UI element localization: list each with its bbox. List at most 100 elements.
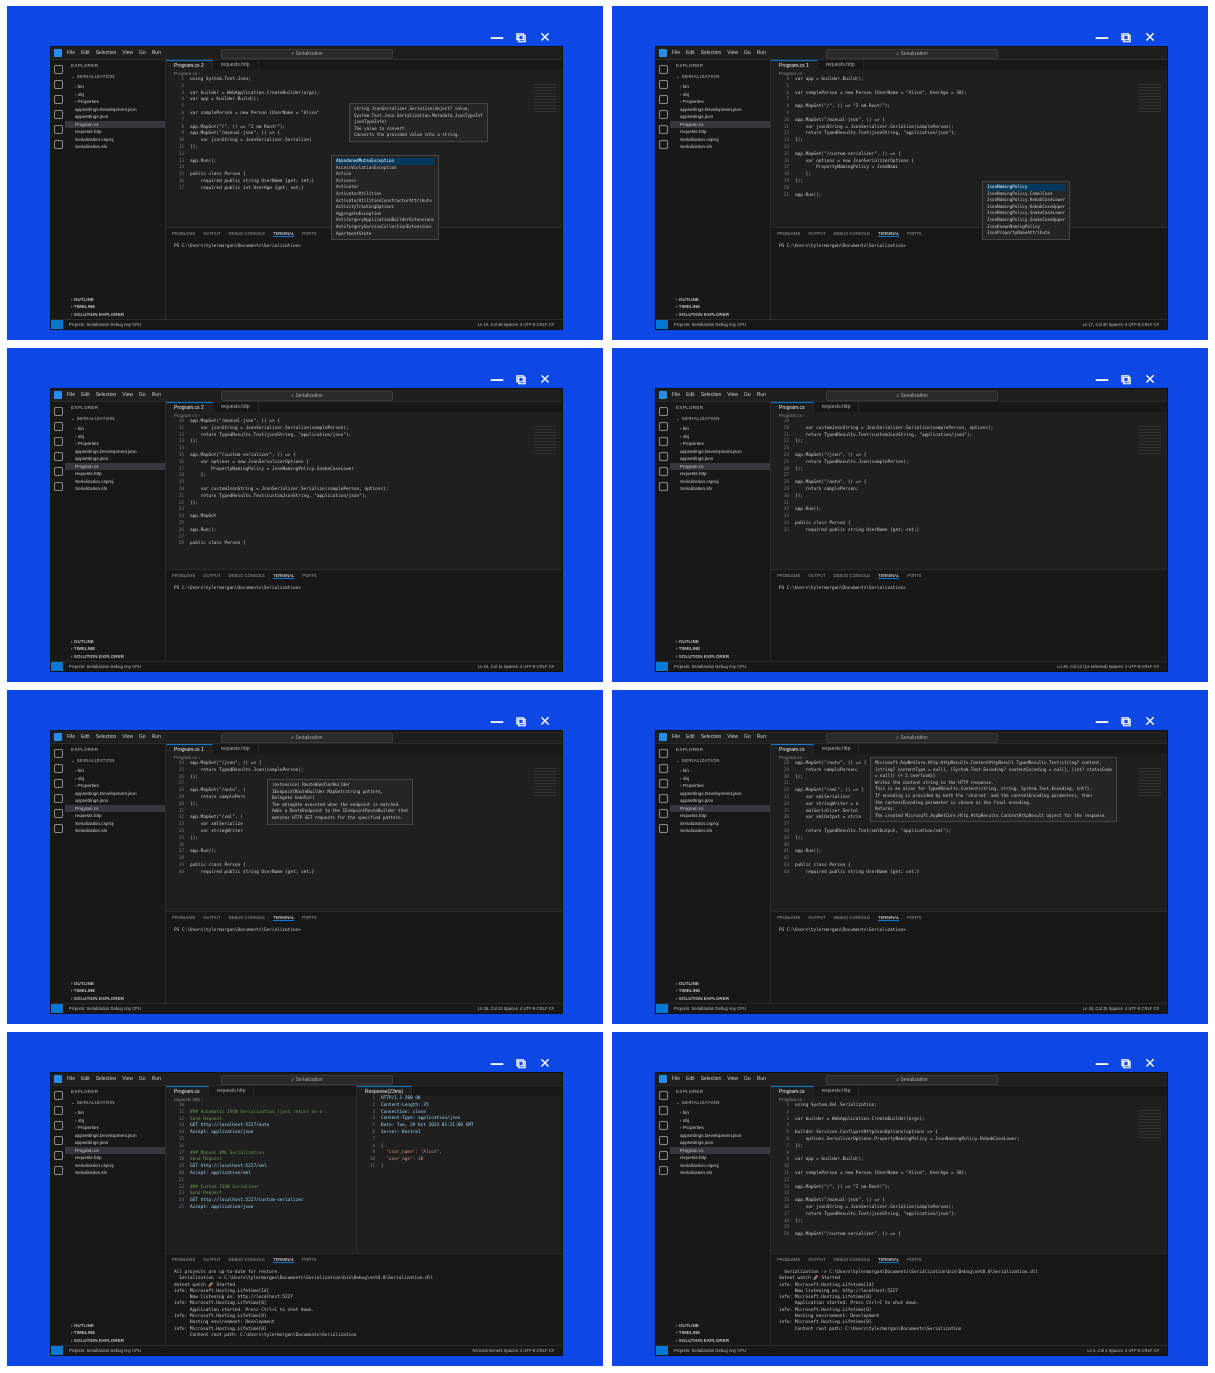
explorer-item[interactable]: requests.http <box>670 470 770 478</box>
completion-item[interactable]: Activator <box>336 184 434 191</box>
explorer-item[interactable]: requests.http <box>65 812 165 820</box>
explorer-item[interactable]: Program.cs <box>65 462 165 470</box>
explorer-item[interactable]: › obj <box>670 433 770 441</box>
menu-item-file[interactable]: File <box>67 50 75 56</box>
menu-item-go[interactable]: Go <box>139 392 146 398</box>
menu-item-file[interactable]: File <box>67 1076 75 1082</box>
tab-requests-http[interactable]: requests.http <box>814 1086 860 1096</box>
command-search-input[interactable]: ⌕ Serialization <box>221 49 393 59</box>
section-outline[interactable]: › OUTLINE <box>65 1322 165 1330</box>
menu-item-selection[interactable]: Selection <box>701 1076 722 1082</box>
section-outline[interactable]: › OUTLINE <box>670 638 770 646</box>
menu-item-view[interactable]: View <box>727 1076 738 1082</box>
explorer-item[interactable]: › obj <box>670 91 770 99</box>
completion-item[interactable]: ActivityTrackingOptions <box>336 204 434 211</box>
section-solution-explorer[interactable]: › SOLUTION EXPLORER <box>65 1337 165 1345</box>
command-search-input[interactable]: ⌕ Serialization <box>826 49 998 59</box>
tab-program-cs[interactable]: Program.cs <box>166 1086 209 1096</box>
explorer-item[interactable]: › bin <box>65 767 165 775</box>
section-outline[interactable]: › OUTLINE <box>670 296 770 304</box>
tab-program-cs[interactable]: Program.cs 1 <box>166 744 213 754</box>
panel-tab-ports[interactable]: PORTS <box>302 231 316 237</box>
completion-item[interactable]: ActivatorUtilities <box>336 191 434 198</box>
source-control-icon[interactable] <box>658 95 668 104</box>
extensions-icon[interactable] <box>658 125 668 134</box>
menu-item-selection[interactable]: Selection <box>701 50 722 56</box>
menu-item-go[interactable]: Go <box>139 1076 146 1082</box>
terminal-output[interactable]: PS C:\Users\tylermorgan\Documents\Serial… <box>771 240 1167 254</box>
explorer-item[interactable]: › obj <box>65 91 165 99</box>
tab-requests-http[interactable]: requests.http <box>209 1086 255 1096</box>
minimap[interactable] <box>1139 426 1161 456</box>
section-solution-explorer[interactable]: › SOLUTION EXPLORER <box>65 311 165 319</box>
run-debug-icon[interactable] <box>658 1136 668 1145</box>
explorer-item[interactable]: Serialization.csproj <box>65 820 165 828</box>
menu-item-edit[interactable]: Edit <box>686 392 695 398</box>
menu-item-view[interactable]: View <box>727 392 738 398</box>
explorer-item[interactable]: › Properties <box>670 782 770 790</box>
completion-item[interactable]: JsonNamingPolicy <box>987 184 1066 191</box>
explorer-item[interactable]: › obj <box>670 775 770 783</box>
section-timeline[interactable]: › TIMELINE <box>65 987 165 995</box>
menu-item-edit[interactable]: Edit <box>686 734 695 740</box>
completion-item[interactable]: ActivatorUtilitiesConstructorAttribute <box>336 198 434 205</box>
section-timeline[interactable]: › TIMELINE <box>670 645 770 653</box>
run-debug-icon[interactable] <box>658 110 668 119</box>
menu-item-view[interactable]: View <box>727 50 738 56</box>
explorer-item[interactable]: Serialization.sln <box>65 1169 165 1177</box>
panel-tab-ports[interactable]: PORTS <box>907 231 921 237</box>
menu-item-run[interactable]: Run <box>757 734 766 740</box>
search-icon[interactable] <box>658 764 668 773</box>
intellisense-popup[interactable]: JsonNamingPolicy JsonNamingPolicy.CamelCa… <box>982 181 1071 240</box>
panel-tab-debug-console[interactable]: DEBUG CONSOLE <box>229 1257 266 1263</box>
command-search-input[interactable]: ⌕ Serialization <box>221 1075 393 1085</box>
section-outline[interactable]: › OUTLINE <box>670 980 770 988</box>
explorer-item[interactable]: › bin <box>670 767 770 775</box>
menu-item-file[interactable]: File <box>672 734 680 740</box>
panel-tab-terminal[interactable]: TERMINAL <box>273 573 295 579</box>
run-debug-icon[interactable] <box>53 452 63 461</box>
panel-tab-problems[interactable]: PROBLEMS <box>777 231 800 237</box>
explorer-item[interactable]: › bin <box>670 1109 770 1117</box>
explorer-item[interactable]: › bin <box>670 83 770 91</box>
panel-tab-output[interactable]: OUTPUT <box>808 231 825 237</box>
tab-program-cs[interactable]: Program.cs 1 <box>771 60 818 70</box>
menu-item-view[interactable]: View <box>727 734 738 740</box>
source-control-icon[interactable] <box>53 1121 63 1130</box>
menu-item-view[interactable]: View <box>122 734 133 740</box>
section-timeline[interactable]: › TIMELINE <box>670 1329 770 1337</box>
explorer-item[interactable]: appsettings.Development.json <box>670 106 770 114</box>
explorer-item[interactable]: Serialization.sln <box>670 827 770 835</box>
panel-tab-problems[interactable]: PROBLEMS <box>172 573 195 579</box>
menu-item-go[interactable]: Go <box>139 50 146 56</box>
remote-indicator-icon[interactable] <box>51 320 63 329</box>
explorer-item[interactable]: appsettings.Development.json <box>65 1132 165 1140</box>
minimap[interactable] <box>534 84 556 114</box>
explorer-item[interactable]: › Properties <box>65 98 165 106</box>
explorer-item[interactable]: Program.cs <box>670 804 770 812</box>
section-timeline[interactable]: › TIMELINE <box>65 1329 165 1337</box>
command-search-input[interactable]: ⌕ Serialization <box>221 733 393 743</box>
section-timeline[interactable]: › TIMELINE <box>670 303 770 311</box>
panel-tab-terminal[interactable]: TERMINAL <box>878 915 900 921</box>
tab-requests-http[interactable]: requests.http <box>213 402 259 412</box>
explorer-item[interactable]: › bin <box>670 425 770 433</box>
search-icon[interactable] <box>658 422 668 431</box>
panel-tab-output[interactable]: OUTPUT <box>203 1257 220 1263</box>
explorer-item[interactable]: › bin <box>65 83 165 91</box>
run-debug-icon[interactable] <box>53 1136 63 1145</box>
menu-item-selection[interactable]: Selection <box>96 50 117 56</box>
minimap[interactable] <box>1139 1110 1161 1140</box>
terminal-output[interactable]: PS C:\Users\tylermorgan\Documents\Serial… <box>166 924 562 938</box>
explorer-item[interactable]: appsettings.json <box>670 1139 770 1147</box>
explorer-item[interactable]: Serialization.sln <box>65 143 165 151</box>
explorer-icon[interactable] <box>53 407 63 416</box>
completion-item[interactable]: AntiforgeryServiceCollectionExtensions <box>336 224 434 231</box>
menu-item-go[interactable]: Go <box>744 1076 751 1082</box>
explorer-item[interactable]: › Properties <box>65 1124 165 1132</box>
section-solution-explorer[interactable]: › SOLUTION EXPLORER <box>670 653 770 661</box>
explorer-icon[interactable] <box>53 749 63 758</box>
menu-item-selection[interactable]: Selection <box>96 734 117 740</box>
panel-tab-debug-console[interactable]: DEBUG CONSOLE <box>834 915 871 921</box>
command-search-input[interactable]: ⌕ Serialization <box>221 391 393 401</box>
